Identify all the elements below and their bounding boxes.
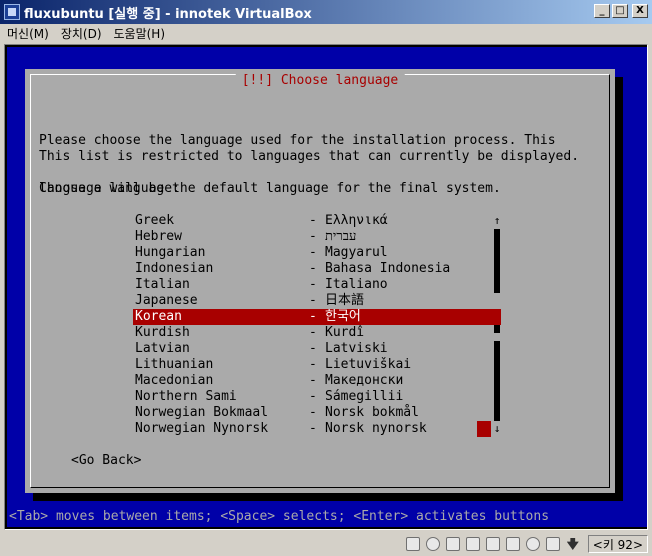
language-separator: - xyxy=(309,389,317,404)
installer-dialog: [!!] Choose language Please choose the l… xyxy=(25,69,615,493)
language-option[interactable]: Macedonian - Македонски xyxy=(133,373,501,389)
language-english-name: Lithuanian xyxy=(135,357,214,372)
dialog-title: [!!] Choose language xyxy=(235,73,405,89)
minimize-button[interactable]: _ xyxy=(594,4,610,18)
scroll-down-arrow-icon[interactable]: ↓ xyxy=(493,421,501,437)
language-option[interactable]: Lithuanian - Lietuviškai xyxy=(133,357,501,373)
language-option[interactable]: Northern Sami - Sámegillii xyxy=(133,389,501,405)
language-native-name: Bahasa Indonesia xyxy=(325,261,451,276)
virtualbox-app-icon[interactable] xyxy=(4,4,20,20)
language-list[interactable]: Greek - Ελληνικά Hebrew - עברית Hungarian - Magy… xyxy=(133,213,501,437)
language-option[interactable]: Norwegian Bokmaal - Norsk bokmål xyxy=(133,405,501,421)
language-separator: - xyxy=(309,229,317,244)
language-english-name: Kurdish xyxy=(135,325,190,340)
language-separator: - xyxy=(309,261,317,276)
floppy-icon[interactable] xyxy=(444,535,462,553)
language-english-name: Japanese xyxy=(135,293,198,308)
window-controls: _ □ X xyxy=(594,4,648,18)
window-title: fluxubuntu [실행 중] - innotek VirtualBox xyxy=(24,6,312,22)
language-separator: - xyxy=(309,213,317,228)
language-separator: - xyxy=(309,309,317,324)
window-titlebar[interactable]: fluxubuntu [실행 중] - innotek VirtualBox _… xyxy=(0,0,652,24)
language-native-name: Latviski xyxy=(325,341,388,356)
language-native-name: 日本語 xyxy=(325,293,365,308)
language-native-name: Norsk nynorsk xyxy=(325,421,427,436)
network-icon[interactable] xyxy=(464,535,482,553)
language-separator: - xyxy=(309,373,317,388)
shared-folder-icon[interactable] xyxy=(504,535,522,553)
choose-language-prompt: Choose a language: xyxy=(39,181,180,196)
language-english-name: Indonesian xyxy=(135,261,214,276)
language-native-name: Norsk bokmål xyxy=(325,405,419,420)
intro-line-1: Please choose the language used for the … xyxy=(39,133,556,148)
menu-machine[interactable]: 머신(M) xyxy=(2,25,54,42)
language-separator: - xyxy=(309,325,317,340)
language-english-name: Korean xyxy=(135,309,182,324)
vm-display-frame: [!!] Choose language Please choose the l… xyxy=(4,44,648,530)
scroll-up-arrow-icon[interactable]: ↑ xyxy=(493,213,501,229)
language-separator: - xyxy=(309,293,317,308)
language-scrollbar[interactable]: ↑ ↓ xyxy=(493,213,501,437)
scroll-track-lower xyxy=(494,341,500,421)
keyboard-capture-icon[interactable] xyxy=(564,535,582,553)
scroll-track-upper xyxy=(494,229,500,293)
mouse-integration-icon[interactable] xyxy=(544,535,562,553)
language-option[interactable]: Indonesian - Bahasa Indonesia xyxy=(133,261,501,277)
maximize-button[interactable]: □ xyxy=(612,4,628,18)
restriction-note: This list is restricted to languages tha… xyxy=(39,149,580,164)
installer-help-line: <Tab> moves between items; <Space> selec… xyxy=(7,509,647,527)
language-option[interactable]: Hebrew - עברית xyxy=(133,229,501,245)
language-english-name: Hebrew xyxy=(135,229,182,244)
language-option[interactable]: Kurdish - Kurdî xyxy=(133,325,501,341)
language-separator: - xyxy=(309,357,317,372)
language-english-name: Latvian xyxy=(135,341,190,356)
language-native-name: Kurdî xyxy=(325,325,365,340)
menu-help[interactable]: 도움말(H) xyxy=(109,25,171,42)
vbox-statusbar: <키 92> xyxy=(0,532,652,556)
menu-devices[interactable]: 장치(D) xyxy=(56,25,107,42)
menubar: 머신(M) 장치(D) 도움말(H) xyxy=(0,24,652,42)
language-option[interactable]: Japanese - 日本語 xyxy=(133,293,501,309)
language-english-name: Norwegian Bokmaal xyxy=(135,405,269,420)
language-native-name: Sámegillii xyxy=(325,389,404,404)
scroll-position-marker xyxy=(477,421,491,437)
language-option[interactable]: Hungarian - Magyarul xyxy=(133,245,501,261)
language-separator: - xyxy=(309,421,317,436)
cd-icon[interactable] xyxy=(424,535,442,553)
language-english-name: Northern Sami xyxy=(135,389,237,404)
language-option[interactable]: Italian - Italiano xyxy=(133,277,501,293)
language-separator: - xyxy=(309,405,317,420)
language-separator: - xyxy=(309,245,317,260)
language-native-name: Lietuviškai xyxy=(325,357,412,372)
language-english-name: Greek xyxy=(135,213,175,228)
language-option[interactable]: Latvian - Latviski xyxy=(133,341,501,357)
language-separator: - xyxy=(309,277,317,292)
usb-icon[interactable] xyxy=(484,535,502,553)
vrdp-icon[interactable] xyxy=(524,535,542,553)
vm-screen[interactable]: [!!] Choose language Please choose the l… xyxy=(7,47,647,527)
host-key-indicator: <키 92> xyxy=(587,535,648,553)
language-option[interactable]: Korean - 한국어 xyxy=(133,309,501,325)
language-english-name: Hungarian xyxy=(135,245,206,260)
language-english-name: Italian xyxy=(135,277,190,292)
language-native-name: עברית xyxy=(325,229,357,244)
language-native-name: 한국어 xyxy=(325,309,361,324)
language-native-name: Македонски xyxy=(325,373,404,388)
scroll-thumb[interactable] xyxy=(494,325,500,333)
close-button[interactable]: X xyxy=(632,4,648,18)
language-english-name: Norwegian Nynorsk xyxy=(135,421,269,436)
intro-text: Please choose the language used for the … xyxy=(39,101,556,229)
language-option[interactable]: Norwegian Nynorsk - Norsk nynorsk xyxy=(133,421,501,437)
language-native-name: Italiano xyxy=(325,277,388,292)
language-native-name: Ελληνικά xyxy=(325,213,388,228)
hard-disk-icon[interactable] xyxy=(404,535,422,553)
go-back-button[interactable]: <Go Back> xyxy=(71,453,141,469)
language-separator: - xyxy=(309,341,317,356)
language-native-name: Magyarul xyxy=(325,245,388,260)
language-option[interactable]: Greek - Ελληνικά xyxy=(133,213,501,229)
language-english-name: Macedonian xyxy=(135,373,214,388)
